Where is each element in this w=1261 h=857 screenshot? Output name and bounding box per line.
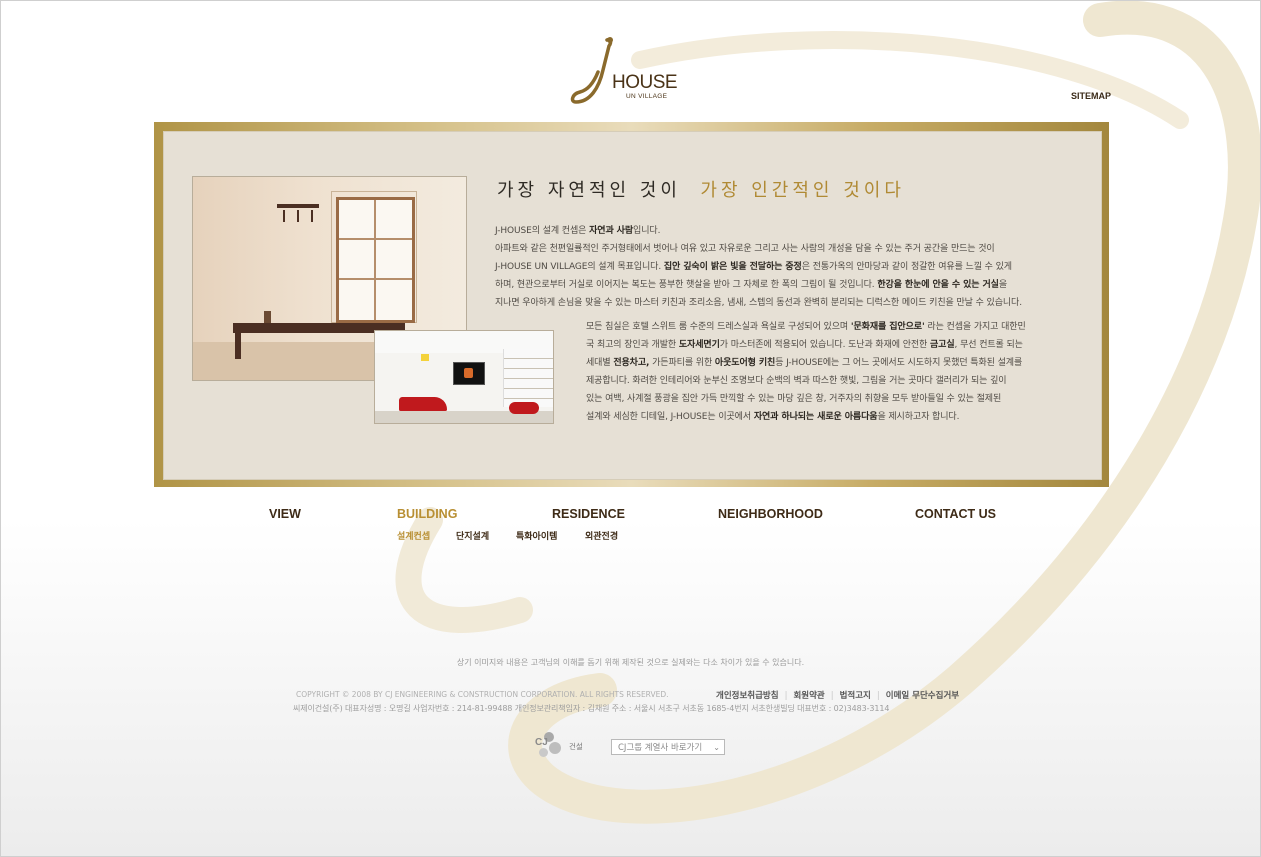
- paragraph-emphasis: 자연과 사람: [589, 226, 634, 236]
- paragraph-text: 입니다.: [633, 226, 661, 236]
- affiliate-select-value: CJ그룹 계열사 바로가기: [618, 743, 703, 753]
- paragraph-text: 설계와 세심한 디테일, J-HOUSE는 이곳에서: [586, 412, 754, 423]
- copyright-text: COPYRIGHT © 2008 BY CJ ENGINEERING & CON…: [296, 690, 669, 699]
- concept-paragraph-2: 모든 침실은 호텔 스위트 룸 수준의 드레스실과 욕실로 구성되어 있으며 '…: [586, 318, 1026, 427]
- cj-logo-text: CJ: [535, 737, 548, 748]
- paragraph-emphasis: 도자세면기: [678, 340, 720, 351]
- legal-notice-link[interactable]: 법적고지: [840, 691, 871, 701]
- interior-photo-living: [374, 330, 554, 424]
- paragraph-emphasis: 금고실: [930, 340, 955, 351]
- paragraph-emphasis: 아웃도어형 키친: [714, 358, 776, 369]
- paragraph-text: 가 마스터존에 적용되어 있습니다. 도난과 화재에 안전한: [719, 340, 930, 351]
- paragraph-line: 제공합니다. 화려한 인테리어와 눈부신 조명보다 순백의 벽과 따스한 햇빛,…: [586, 372, 1026, 390]
- paragraph-text: 을 제시하고자 합니다.: [877, 412, 960, 423]
- paragraph-text: 라는 컨셉을 가지고 대한민: [924, 322, 1026, 332]
- paragraph-text: 가든파티를 위한: [649, 358, 715, 369]
- paragraph-line: J-HOUSE의 설계 컨셉은 자연과 사람입니다.: [495, 222, 1022, 240]
- concept-paragraph-1: J-HOUSE의 설계 컨셉은 자연과 사람입니다. 아파트와 같은 천편일률적인…: [495, 222, 1022, 312]
- logo-house-text: HOUSE: [612, 72, 678, 93]
- paragraph-emphasis: 자연과 하나되는 새로운 아름다움: [753, 412, 878, 423]
- paragraph-line: J-HOUSE UN VILLAGE의 설계 목표입니다. 집안 깊숙이 밝은 …: [495, 258, 1022, 276]
- paragraph-text: 하며, 현관으로부터 거실로 이어지는 복도는 풍부한 햇살을 받아 그 자체로…: [495, 280, 878, 291]
- paragraph-emphasis: '문화재를 집안으로': [850, 322, 925, 332]
- cj-logo-name: 건설: [569, 742, 583, 751]
- nav-residence[interactable]: RESIDENCE: [552, 507, 625, 521]
- subnav-special-items[interactable]: 특화아이템: [516, 529, 557, 542]
- privacy-policy-link[interactable]: 개인정보취급방침: [716, 691, 779, 701]
- email-refusal-link[interactable]: 이메일 무단수집거부: [886, 691, 959, 701]
- paragraph-line: 하며, 현관으로부터 거실로 이어지는 복도는 풍부한 햇살을 받아 그 자체로…: [495, 276, 1022, 294]
- paragraph-line: 지나면 우아하게 손님을 맞을 수 있는 마스터 키친과 조리소음, 냄새, 스…: [495, 294, 1022, 312]
- paragraph-emphasis: 집안 깊숙이 밝은 빛을 전달하는 중정: [663, 262, 802, 273]
- paragraph-text: J-HOUSE의 설계 컨셉은: [495, 226, 590, 236]
- paragraph-text: 모든 침실은 호텔 스위트 룸 수준의 드레스실과 욕실로 구성되어 있으며: [586, 322, 851, 332]
- paragraph-emphasis: 한강을 한눈에 안을 수 있는 거실: [877, 280, 999, 291]
- nav-view[interactable]: VIEW: [269, 507, 301, 521]
- paragraph-text: 있는 여백, 사계절 풍광을 집안 가득 만끽할 수 있는 마당 깊은 창, 거…: [586, 394, 1002, 405]
- paragraph-text: 은 전통가옥의 안마당과 같이 정갈한 여유를 느낄 수 있게: [801, 262, 1012, 273]
- paragraph-line: 아파트와 같은 천편일률적인 주거형태에서 벗어나 여유 있고 자유로운 그리고…: [495, 240, 1022, 258]
- chevron-down-icon: ⌄: [713, 743, 720, 752]
- nav-contact-us[interactable]: CONTACT US: [915, 507, 996, 521]
- paragraph-text: 등 J-HOUSE에는 그 어느 곳에서도 시도하지 못했던 특화된 설계를: [775, 358, 1023, 369]
- footer-links: 개인정보취급방침 | 회원약관 | 법적고지 | 이메일 무단수집거부: [716, 691, 960, 701]
- subnav-exterior-view[interactable]: 외관전경: [585, 529, 618, 542]
- headline-part2: 가장 인간적인 것이다: [700, 180, 905, 201]
- sitemap-link[interactable]: SITEMAP: [1071, 91, 1111, 101]
- paragraph-text: , 무선 컨트롤 되는: [954, 340, 1023, 351]
- paragraph-text: 아파트와 같은 천편일률적인 주거형태에서 벗어나 여유 있고 자유로운 그리고…: [495, 244, 995, 255]
- headline: 가장 자연적인 것이 가장 인간적인 것이다: [497, 176, 905, 202]
- headline-part1: 가장 자연적인 것이: [497, 180, 681, 201]
- paragraph-line: 모든 침실은 호텔 스위트 룸 수준의 드레스실과 욕실로 구성되어 있으며 '…: [586, 318, 1026, 336]
- affiliate-select[interactable]: CJ그룹 계열사 바로가기 ⌄: [611, 739, 725, 755]
- nav-building[interactable]: BUILDING: [397, 507, 457, 521]
- j-logo-icon: [570, 37, 613, 104]
- disclaimer-text: 상기 이미지와 내용은 고객님의 이해를 돕기 위해 제작된 것으로 실제와는 …: [456, 658, 805, 667]
- paragraph-emphasis: 전용차고,: [613, 358, 650, 369]
- paragraph-text: 지나면 우아하게 손님을 맞을 수 있는 마스터 키친과 조리소음, 냄새, 스…: [495, 298, 1023, 309]
- jhouse-logo[interactable]: HOUSE UN VILLAGE: [570, 36, 685, 106]
- terms-link[interactable]: 회원약관: [793, 691, 824, 701]
- paragraph-line: 세대별 전용차고, 가든파티를 위한 아웃도어형 키친등 J-HOUSE에는 그…: [586, 354, 1026, 372]
- paragraph-text: 을: [998, 280, 1008, 291]
- paragraph-text: 제공합니다. 화려한 인테리어와 눈부신 조명보다 순백의 벽과 따스한 햇빛,…: [586, 376, 1007, 387]
- nav-neighborhood[interactable]: NEIGHBORHOOD: [718, 507, 823, 521]
- subnav-site-design[interactable]: 단지설계: [456, 529, 489, 542]
- paragraph-line: 설계와 세심한 디테일, J-HOUSE는 이곳에서 자연과 하나되는 새로운 …: [586, 408, 1026, 426]
- paragraph-text: 국 최고의 장인과 개발한: [586, 340, 679, 351]
- logo-sub-text: UN VILLAGE: [626, 93, 668, 100]
- paragraph-line: 국 최고의 장인과 개발한 도자세면기가 마스터존에 적용되어 있습니다. 도난…: [586, 336, 1026, 354]
- paragraph-text: 세대별: [586, 358, 614, 369]
- paragraph-line: 있는 여백, 사계절 풍광을 집안 가득 만끽할 수 있는 마당 깊은 창, 거…: [586, 390, 1026, 408]
- company-info: 씨제이건설(주) 대표자성명 : 오명길 사업자번호 : 214-81-9948…: [293, 704, 890, 713]
- subnav-design-concept[interactable]: 설계컨셉: [397, 529, 430, 542]
- paragraph-text: J-HOUSE UN VILLAGE의 설계 목표입니다.: [495, 262, 664, 273]
- cj-logo[interactable]: CJ 건설: [535, 732, 595, 760]
